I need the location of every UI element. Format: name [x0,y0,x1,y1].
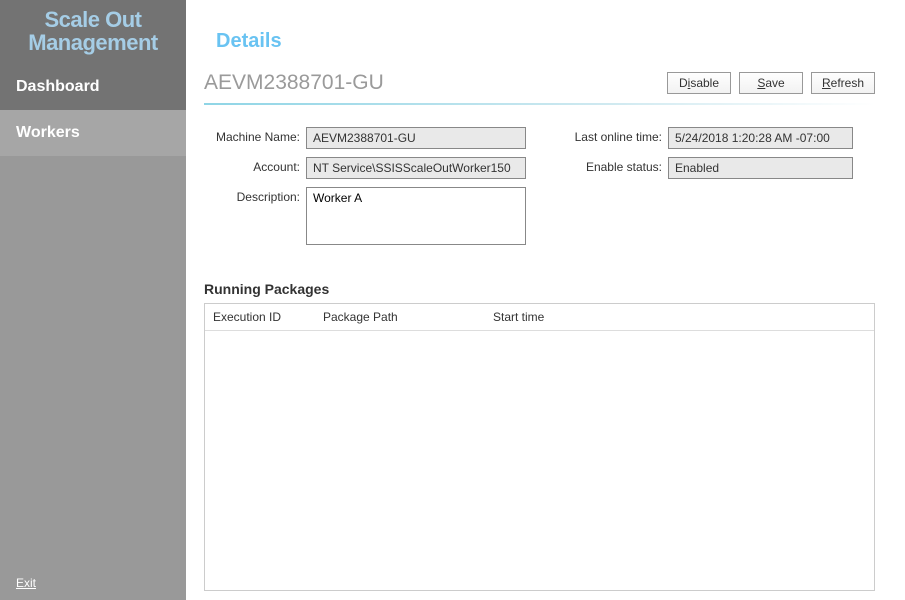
machine-title: AEVM2388701-GU [204,71,384,95]
running-packages-table: Execution ID Package Path Start time [204,303,875,591]
details-title: Details [186,0,905,61]
form-area: Machine Name: AEVM2388701-GU Account: NT… [186,105,905,245]
btn-ul: R [822,76,831,90]
field-enable-status: Enabled [668,157,853,179]
row-enable-status: Enable status: Enabled [566,157,875,179]
label-last-online: Last online time: [566,127,662,144]
row-description: Description: Worker A [204,187,526,245]
refresh-button[interactable]: Refresh [811,72,875,94]
running-packages-title: Running Packages [186,245,905,303]
field-account: NT Service\SSISScaleOutWorker150 [306,157,526,179]
field-last-online: 5/24/2018 1:20:28 AM -07:00 [668,127,853,149]
field-machine-name: AEVM2388701-GU [306,127,526,149]
table-header: Execution ID Package Path Start time [205,304,874,331]
row-machine-name: Machine Name: AEVM2388701-GU [204,127,526,149]
sidebar-item-label: Workers [16,124,80,141]
form-col-left: Machine Name: AEVM2388701-GU Account: NT… [204,127,526,245]
col-start-time[interactable]: Start time [485,304,874,330]
col-execution-id[interactable]: Execution ID [205,304,315,330]
row-account: Account: NT Service\SSISScaleOutWorker15… [204,157,526,179]
app-title: Scale Out Management [0,0,186,64]
row-last-online: Last online time: 5/24/2018 1:20:28 AM -… [566,127,875,149]
label-machine-name: Machine Name: [204,127,300,144]
col-package-path[interactable]: Package Path [315,304,485,330]
sidebar-items: Dashboard Workers [0,64,186,156]
app-root: Scale Out Management Dashboard Workers E… [0,0,905,600]
label-description: Description: [204,187,300,204]
app-title-line1: Scale Out [4,8,182,31]
btn-post: efresh [831,76,864,90]
label-enable-status: Enable status: [566,157,662,174]
main-panel: Details AEVM2388701-GU Disable Save Refr… [186,0,905,600]
btn-post: ave [765,76,784,90]
save-button[interactable]: Save [739,72,803,94]
sidebar-item-dashboard[interactable]: Dashboard [0,64,186,110]
btn-pre: D [679,76,688,90]
btn-post: sable [690,76,719,90]
sidebar-footer: Exit [0,565,186,600]
sidebar-item-label: Dashboard [16,78,100,95]
exit-link[interactable]: Exit [16,576,36,590]
sidebar: Scale Out Management Dashboard Workers E… [0,0,186,600]
disable-button[interactable]: Disable [667,72,731,94]
description-input[interactable]: Worker A [306,187,526,245]
sidebar-item-workers[interactable]: Workers [0,110,186,156]
header-actions: Disable Save Refresh [667,72,875,94]
form-col-right: Last online time: 5/24/2018 1:20:28 AM -… [566,127,875,245]
app-title-line2: Management [4,31,182,54]
label-account: Account: [204,157,300,174]
header-row: AEVM2388701-GU Disable Save Refresh [186,61,905,99]
